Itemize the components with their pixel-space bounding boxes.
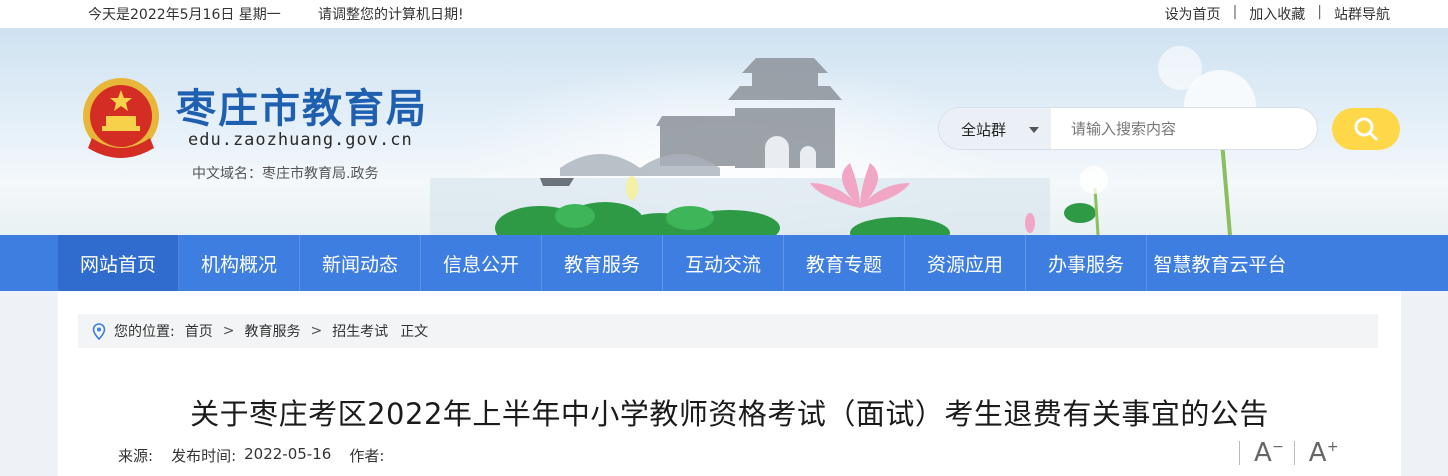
national-emblem-icon <box>83 78 159 158</box>
search-box: 全站群 <box>938 107 1318 150</box>
breadcrumb-separator: > <box>222 323 235 339</box>
date-notice: 请调整您的计算机日期! <box>318 7 464 23</box>
source-label: 来源: <box>118 447 154 465</box>
nav-item-smart-cloud[interactable]: 智慧教育云平台 <box>1147 235 1293 291</box>
header-banner: 枣庄市教育局 edu.zaozhuang.gov.cn 中文域名：枣庄市教育局.… <box>0 28 1448 235</box>
divider <box>1293 441 1295 465</box>
search-input[interactable] <box>1057 114 1307 143</box>
breadcrumb-current: 正文 <box>400 324 429 340</box>
nav-item-education-services[interactable]: 教育服务 <box>542 235 663 291</box>
breadcrumb-prefix: 您的位置: <box>114 324 175 340</box>
font-decrease-letter: A <box>1254 438 1272 468</box>
font-increase-letter: A <box>1308 438 1327 468</box>
search-icon <box>1354 117 1378 141</box>
chinese-domain: 中文域名：枣庄市教育局.政务 <box>192 166 379 182</box>
site-domain: edu.zaozhuang.gov.cn <box>188 130 413 150</box>
author-label: 作者: <box>349 447 385 465</box>
nav-item-resources[interactable]: 资源应用 <box>905 235 1026 291</box>
article-title: 关于枣庄考区2022年上半年中小学教师资格考试（面试）考生退费有关事宜的公告 <box>190 397 1269 431</box>
search-scope-select[interactable]: 全站群 <box>939 108 1051 149</box>
site-group-nav-link[interactable]: 站群导航 <box>1334 4 1390 24</box>
publish-time-label: 发布时间: <box>171 447 237 465</box>
article-meta: 来源: 发布时间: 2022-05-16 作者: <box>118 445 384 466</box>
divider: | <box>1317 4 1322 20</box>
search-scope-label: 全站群 <box>961 121 1007 139</box>
nav-item-news[interactable]: 新闻动态 <box>300 235 421 291</box>
divider <box>1239 441 1240 465</box>
breadcrumb-education-services[interactable]: 教育服务 <box>244 321 300 341</box>
minus-icon: − <box>1272 439 1284 455</box>
nav-item-info-disclosure[interactable]: 信息公开 <box>421 235 542 291</box>
top-bar: 今天是2022年5月16日 星期一 请调整您的计算机日期! 设为首页 | 加入收… <box>0 0 1448 28</box>
set-homepage-link[interactable]: 设为首页 <box>1165 4 1221 24</box>
font-increase-button[interactable]: A + <box>1308 438 1339 468</box>
nav-item-organization[interactable]: 机构概况 <box>179 235 300 291</box>
top-links: 设为首页 | 加入收藏 | 站群导航 <box>1165 4 1390 24</box>
breadcrumb: 您的位置: 首页 > 教育服务 > 招生考试 正文 <box>78 314 1378 348</box>
publish-time-value: 2022-05-16 <box>244 445 332 463</box>
breadcrumb-home[interactable]: 首页 <box>185 321 213 341</box>
search-button[interactable] <box>1332 108 1400 150</box>
add-favorite-link[interactable]: 加入收藏 <box>1249 4 1305 24</box>
article-container: 您的位置: 首页 > 教育服务 > 招生考试 正文 关于枣庄考区2022年上半年… <box>58 291 1401 476</box>
breadcrumb-admissions[interactable]: 招生考试 <box>332 321 388 341</box>
current-date: 今天是2022年5月16日 星期一 <box>88 7 281 23</box>
font-decrease-button[interactable]: A − <box>1254 438 1284 468</box>
nav-item-online-services[interactable]: 办事服务 <box>1026 235 1147 291</box>
main-nav: 网站首页 机构概况 新闻动态 信息公开 教育服务 互动交流 教育专题 资源应用 … <box>0 235 1448 291</box>
font-size-controls: A − A + <box>1239 438 1341 468</box>
site-title[interactable]: 枣庄市教育局 <box>176 76 428 134</box>
nav-item-topics[interactable]: 教育专题 <box>784 235 905 291</box>
divider: | <box>1232 4 1238 20</box>
chevron-down-icon <box>1029 127 1039 133</box>
plus-icon: + <box>1326 439 1339 455</box>
nav-item-home[interactable]: 网站首页 <box>58 235 179 291</box>
location-pin-icon <box>92 322 106 340</box>
breadcrumb-separator: > <box>310 323 323 339</box>
nav-item-interaction[interactable]: 互动交流 <box>663 235 784 291</box>
